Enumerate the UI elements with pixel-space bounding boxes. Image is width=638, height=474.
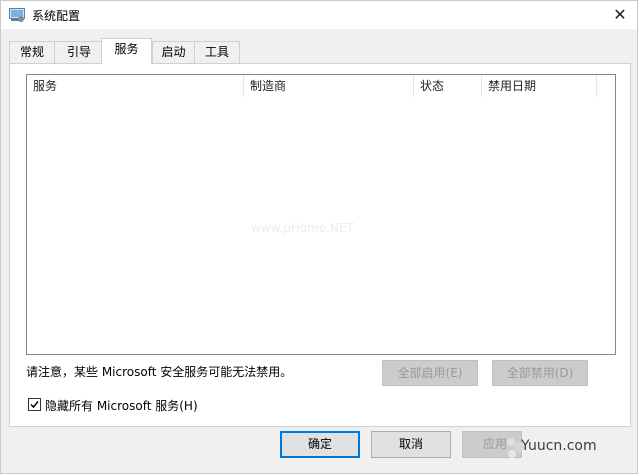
- close-button[interactable]: ✕: [603, 1, 637, 29]
- services-panel: 服务 制造商 状态 禁用日期 www.pHome.NET 请注意，某些 Micr…: [9, 63, 631, 427]
- tab-boot[interactable]: 引导: [54, 41, 104, 63]
- tab-tools[interactable]: 工具: [194, 41, 240, 63]
- cancel-button[interactable]: 取消: [371, 431, 451, 458]
- services-list[interactable]: 服务 制造商 状态 禁用日期 www.pHome.NET: [26, 74, 616, 355]
- system-configuration-icon: [9, 8, 25, 22]
- column-header-manufacturer[interactable]: 制造商: [244, 75, 414, 97]
- window-title: 系统配置: [32, 9, 81, 23]
- system-configuration-window: 系统配置 ✕ 常规 引导 服务 启动 工具 服务 制造商 状态 禁用日期 www…: [0, 0, 638, 474]
- hide-microsoft-services-label: 隐藏所有 Microsoft 服务(H): [45, 399, 198, 413]
- brand-watermark: Yuucn.com: [521, 438, 597, 454]
- security-services-note: 请注意，某些 Microsoft 安全服务可能无法禁用。: [26, 365, 293, 379]
- column-header-service[interactable]: 服务: [27, 75, 244, 97]
- disable-all-button[interactable]: 全部禁用(D): [492, 360, 588, 386]
- tab-services[interactable]: 服务: [101, 38, 152, 64]
- tab-startup[interactable]: 启动: [152, 41, 195, 63]
- close-icon: ✕: [613, 5, 627, 24]
- title-bar[interactable]: 系统配置 ✕: [1, 1, 637, 29]
- ok-button[interactable]: 确定: [280, 431, 360, 458]
- column-header-date-disabled[interactable]: 禁用日期: [482, 75, 597, 97]
- enable-all-button[interactable]: 全部启用(E): [382, 360, 478, 386]
- tab-general[interactable]: 常规: [9, 41, 55, 63]
- watermark: www.pHome.NET: [251, 221, 354, 235]
- column-header-status[interactable]: 状态: [414, 75, 482, 97]
- checkbox-checked-icon[interactable]: [28, 398, 41, 411]
